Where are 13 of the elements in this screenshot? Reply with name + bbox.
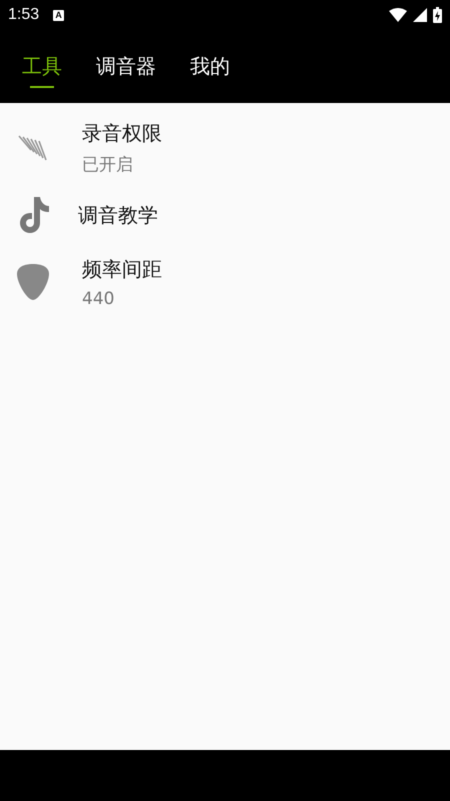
item-subtitle: 已开启 [82, 154, 134, 176]
item-title: 频率间距 [82, 256, 162, 282]
settings-item[interactable]: 频率间距 440 [0, 245, 450, 319]
tab[interactable]: 调音器 [86, 42, 166, 92]
item-title: 录音权限 [82, 120, 162, 147]
status-time: 1:53 [8, 6, 40, 24]
tab[interactable]: 我的 [180, 42, 240, 92]
item-subtitle: 440 [82, 288, 116, 308]
settings-item[interactable]: 录音权限 已开启 [0, 111, 450, 185]
item-title: 调音教学 [78, 202, 158, 228]
notification-icon: A [53, 10, 64, 20]
settings-item[interactable]: 调音教学 [0, 185, 450, 245]
tab[interactable]: 工具 [12, 42, 72, 92]
